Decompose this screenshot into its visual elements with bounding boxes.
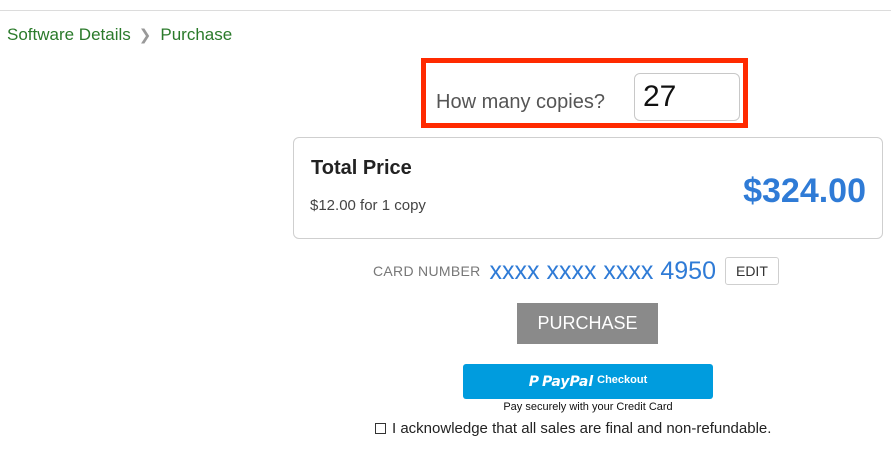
top-divider (0, 10, 891, 11)
card-number-row: CARD NUMBER xxxx xxxx xxxx 4950 EDIT (373, 256, 779, 286)
paypal-caption: Pay securely with your Credit Card (503, 401, 673, 413)
acknowledge-checkbox[interactable] (375, 423, 386, 434)
paypal-logo-text: PayPal (542, 373, 594, 390)
copies-input[interactable] (634, 73, 740, 121)
paypal-logo: P PayPal (529, 374, 593, 390)
unit-price-text: $12.00 for 1 copy (310, 197, 426, 214)
breadcrumb: Software Details ❯ Purchase (7, 25, 232, 45)
purchase-button[interactable]: PURCHASE (517, 303, 658, 344)
copies-highlight: How many copies? (421, 58, 748, 128)
breadcrumb-software-details[interactable]: Software Details (7, 25, 131, 45)
total-price-card: Total Price $12.00 for 1 copy $324.00 (293, 137, 883, 239)
acknowledge-text: I acknowledge that all sales are final a… (392, 420, 772, 437)
total-price-title: Total Price (311, 157, 412, 179)
card-number-label: CARD NUMBER (373, 263, 481, 279)
edit-card-button[interactable]: EDIT (724, 257, 779, 285)
acknowledge-row: I acknowledge that all sales are final a… (375, 420, 771, 437)
paypal-checkout-button[interactable]: P PayPal Checkout (463, 364, 713, 399)
total-amount: $324.00 (743, 172, 866, 210)
copies-label: How many copies? (436, 91, 605, 113)
paypal-p-icon: P (528, 373, 539, 390)
chevron-right-icon: ❯ (138, 27, 152, 44)
breadcrumb-purchase[interactable]: Purchase (160, 25, 232, 45)
paypal-checkout-text: Checkout (597, 373, 648, 386)
card-number-value: xxxx xxxx xxxx 4950 (489, 256, 716, 285)
